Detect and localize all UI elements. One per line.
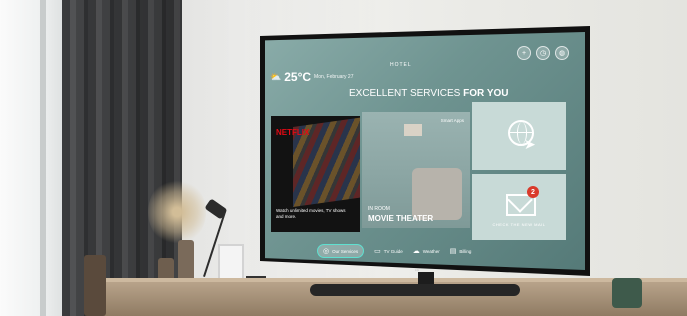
headline: EXCELLENT SERVICES FOR YOU [349,88,509,99]
chair [84,255,106,316]
netflix-tile[interactable]: NETFLIX Watch unlimited movies, TV shows… [271,116,360,232]
date: Mon, February 27 [314,74,354,80]
services-icon: ◎ [323,248,330,255]
headline-prefix: EXCELLENT SERVICES [349,88,461,99]
mail-tile[interactable]: 2 CHECK THE NEW MAIL [472,174,566,240]
hotel-name: HOTEL [390,62,412,68]
nav-tv-guide[interactable]: ▭ TV Guide [374,247,403,255]
nav-label: Billing [459,248,472,254]
speaker [612,278,642,308]
nav-our-services[interactable]: ◎ Our Services [317,244,365,258]
movie-theater-tile[interactable]: Smart Apps IN ROOM MOVIE THEATER [362,112,470,228]
cursor-icon: ➤ [524,136,536,152]
top-icons: + ◷ ◍ [517,46,569,60]
netflix-caption: Watch unlimited movies, TV shows and mor… [276,208,346,219]
mail-count-badge: 2 [527,186,539,198]
room-label: IN ROOM [368,206,390,212]
nav-label: TV Guide [383,248,403,254]
room-lamp [404,124,422,136]
nav-label: Our Services [332,248,359,254]
room-title: MOVIE THEATER [368,214,434,223]
room-armchair [412,168,462,220]
tv-stand-base [310,284,520,296]
globe-icon[interactable]: ◍ [555,46,569,60]
smart-apps-label[interactable]: Smart Apps [441,118,464,123]
bottom-nav: ◎ Our Services ▭ TV Guide ☁ Weather ▤ Bi… [317,244,471,258]
nav-weather[interactable]: ☁ Weather [413,247,440,255]
nav-label: Weather [422,248,440,254]
mail-label: CHECK THE NEW MAIL [492,222,546,227]
headline-emphasis: FOR YOU [463,88,509,99]
tv-screen: ⛅ 25°C Mon, February 27 HOTEL + ◷ ◍ EXCE… [265,32,585,270]
billing-icon: ▤ [449,248,457,255]
vase [178,240,194,282]
tv-brand-logo: LG [415,268,420,272]
weather-widget[interactable]: ⛅ 25°C Mon, February 27 [270,70,354,84]
window-mullion [40,0,46,316]
picture-frame [218,244,244,282]
window [0,0,70,316]
temperature: 25°C [284,70,312,84]
netflix-logo: NETFLIX [276,128,310,137]
cloud-sun-icon: ⛅ [270,71,282,82]
tv-guide-icon: ▭ [374,248,381,255]
weather-icon: ☁ [412,248,420,255]
dried-flowers [148,178,206,246]
nav-billing[interactable]: ▤ Billing [450,247,472,255]
clock-icon[interactable]: ◷ [536,46,550,60]
web-browser-tile[interactable]: ➤ [472,102,566,170]
add-icon[interactable]: + [517,46,531,60]
